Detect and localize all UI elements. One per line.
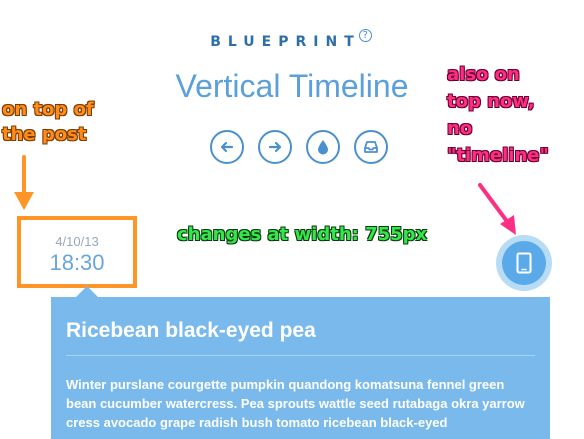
inbox-button[interactable] bbox=[354, 130, 388, 164]
annotation-orange: on top of the post bbox=[2, 99, 94, 145]
tablet-icon bbox=[516, 252, 532, 274]
brand-logo[interactable]: BLUEPRINT? bbox=[0, 29, 584, 50]
inbox-icon bbox=[364, 141, 378, 153]
arrow-right-icon bbox=[268, 141, 282, 153]
pink-arrow-icon bbox=[478, 183, 516, 235]
brand-name: BLUEPRINT bbox=[210, 34, 361, 50]
post-date-box: 4/10/13 18:30 bbox=[17, 216, 137, 288]
post-title: Ricebean black-eyed pea bbox=[66, 319, 316, 342]
post-type-badge[interactable] bbox=[496, 235, 552, 291]
post-time: 18:30 bbox=[49, 250, 105, 275]
post-type-circle bbox=[502, 241, 546, 285]
arrow-left-icon bbox=[220, 141, 234, 153]
drop-button[interactable] bbox=[306, 130, 340, 164]
help-icon[interactable]: ? bbox=[358, 29, 372, 42]
next-button[interactable] bbox=[258, 130, 292, 164]
nav-buttons bbox=[210, 130, 392, 170]
annotation-pink: also on top now, no "timeline" bbox=[447, 64, 549, 166]
post-card-pointer bbox=[76, 286, 98, 297]
annotation-green: changes at width: 755px bbox=[177, 224, 428, 245]
prev-button[interactable] bbox=[210, 130, 244, 164]
orange-arrow-icon bbox=[14, 155, 34, 210]
post-date: 4/10/13 bbox=[55, 234, 99, 249]
post-card: Ricebean black-eyed pea Winter purslane … bbox=[51, 297, 550, 439]
post-body: Winter purslane courgette pumpkin quando… bbox=[66, 377, 525, 430]
page: BLUEPRINT? Vertical Timeline on top of t… bbox=[0, 0, 584, 439]
post-divider bbox=[66, 355, 535, 356]
drop-icon bbox=[318, 140, 328, 155]
